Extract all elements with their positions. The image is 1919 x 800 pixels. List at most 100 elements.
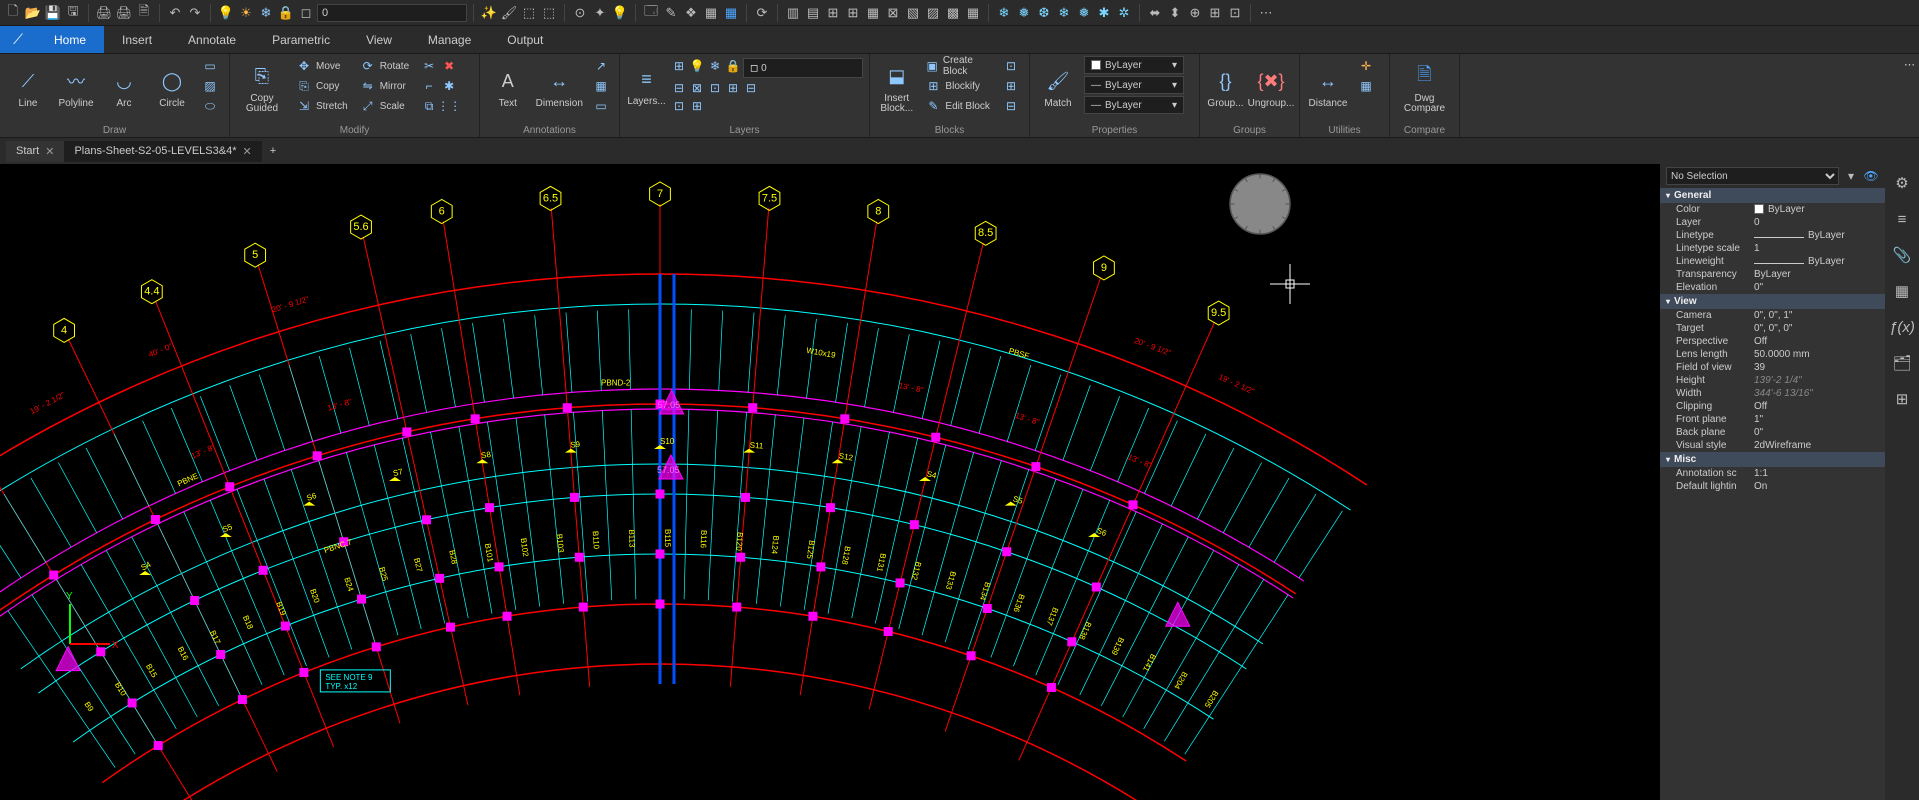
snow3-icon[interactable]: ❆ [1035, 4, 1053, 22]
offset-button[interactable]: ⧉⋮⋮ [417, 96, 461, 116]
doc-tab-start[interactable]: Start✕ [6, 141, 64, 162]
layers-button[interactable]: ≡Layers... [626, 56, 667, 116]
align3-icon[interactable]: ⊕ [1186, 4, 1204, 22]
drawing-canvas[interactable]: 344.455.666.577.588.599.5PBNEPBNC.7PBND-… [0, 164, 1660, 800]
tab-manage[interactable]: Manage [410, 26, 489, 53]
polyline-button[interactable]: 〰Polyline [54, 56, 98, 120]
close-icon[interactable]: ✕ [243, 145, 252, 158]
snow5-icon[interactable]: ❅ [1075, 4, 1093, 22]
trim-button[interactable]: ✂✖ [417, 56, 461, 76]
attach-icon[interactable]: 📎 [1891, 244, 1913, 266]
align5-icon[interactable]: ⊡ [1226, 4, 1244, 22]
view8-icon[interactable]: ▨ [924, 4, 942, 22]
view7-icon[interactable]: ▧ [904, 4, 922, 22]
fx-icon[interactable]: ƒ(x) [1891, 316, 1913, 338]
print-batch-icon[interactable]: 🖨 [115, 4, 133, 22]
freeze-icon[interactable]: ❄ [257, 4, 275, 22]
scale-button[interactable]: ⤢Scale [356, 96, 413, 116]
table-button[interactable]: ▦ [589, 76, 613, 96]
panel2-icon[interactable]: ▦ [722, 4, 740, 22]
tab-home[interactable]: Home [36, 26, 104, 53]
doc-tab-plans[interactable]: Plans-Sheet-S2-05-LEVELS3&4*✕ [64, 141, 261, 162]
snow4-icon[interactable]: ❄ [1055, 4, 1073, 22]
view3-icon[interactable]: ⊞ [824, 4, 842, 22]
color-combo[interactable]: ByLayer▾ [1084, 56, 1184, 74]
new-icon[interactable]: 🗋 [4, 4, 22, 22]
app-menu-button[interactable]: ⟋ [0, 26, 36, 53]
edit-block-button[interactable]: ✎Edit Block [921, 96, 995, 116]
regen-icon[interactable]: ⟳ [753, 4, 771, 22]
dimension-button[interactable]: ↔Dimension [534, 56, 585, 120]
fillet-button[interactable]: ⌐✱ [417, 76, 461, 96]
layout-icon[interactable]: ▦ [964, 4, 982, 22]
light-icon[interactable]: 💡 [611, 4, 629, 22]
ungroup-button[interactable]: {✖}Ungroup... [1249, 56, 1293, 120]
group-button[interactable]: {}Group... [1206, 56, 1245, 120]
bulb-icon[interactable]: 💡 [217, 4, 235, 22]
save-icon[interactable]: 💾 [44, 4, 62, 22]
ribbon-overflow[interactable]: ⋯ [1904, 58, 1915, 71]
create-block-button[interactable]: ▣Create Block [921, 56, 995, 76]
layers-rail-icon[interactable]: ≡ [1891, 208, 1913, 230]
sheets-rail-icon[interactable]: ▦ [1891, 280, 1913, 302]
view6-icon[interactable]: ⊠ [884, 4, 902, 22]
cat-general[interactable]: General [1660, 188, 1885, 203]
structure-icon[interactable]: ✎ [662, 4, 680, 22]
layer-iso-icon[interactable]: ⊟ [671, 80, 687, 96]
view2-icon[interactable]: ▤ [804, 4, 822, 22]
open-icon[interactable]: 📂 [24, 4, 42, 22]
snow2-icon[interactable]: ❅ [1015, 4, 1033, 22]
panel-icon[interactable]: ▦ [702, 4, 720, 22]
overflow-icon[interactable]: ⋯ [1257, 4, 1275, 22]
text-button[interactable]: AText [486, 56, 530, 120]
eye-icon[interactable]: 👁 [1863, 168, 1879, 184]
snow6-icon[interactable]: ✱ [1095, 4, 1113, 22]
close-icon[interactable]: ✕ [45, 145, 54, 158]
linetype-combo[interactable]: — ByLayer▾ [1084, 76, 1184, 94]
select-icon[interactable]: ⬚ [520, 4, 538, 22]
explorer-icon[interactable]: 🗔 [642, 4, 660, 22]
mirror-button[interactable]: ⇋Mirror [356, 76, 413, 96]
tab-annotate[interactable]: Annotate [170, 26, 254, 53]
layer-combo[interactable]: ◻ 0 [743, 58, 863, 78]
tab-parametric[interactable]: Parametric [254, 26, 348, 53]
align1-icon[interactable]: ⬌ [1146, 4, 1164, 22]
align2-icon[interactable]: ⬍ [1166, 4, 1184, 22]
color-swatch-icon[interactable]: ◻ [297, 4, 315, 22]
grid-rail-icon[interactable]: ⊞ [1891, 388, 1913, 410]
snow1-icon[interactable]: ❄ [995, 4, 1013, 22]
snow7-icon[interactable]: ✲ [1115, 4, 1133, 22]
arc-button[interactable]: ◡Arc [102, 56, 146, 120]
ellipse-button[interactable]: ⬭ [198, 96, 222, 116]
copy-guided-button[interactable]: ⎘Copy Guided [236, 56, 288, 120]
wand-icon[interactable]: ✨ [480, 4, 498, 22]
selection-combo[interactable]: No Selection [1666, 167, 1839, 185]
sun-icon[interactable]: ☀ [237, 4, 255, 22]
print-icon[interactable]: 🖨 [95, 4, 113, 22]
rotate-button[interactable]: ⟳Rotate [356, 56, 413, 76]
cat-view[interactable]: View [1660, 294, 1885, 309]
redo-icon[interactable]: ↷ [186, 4, 204, 22]
structure-rail-icon[interactable]: 🗂 [1891, 352, 1913, 374]
new-document-button[interactable]: + [262, 141, 284, 161]
lineweight-combo[interactable]: — ByLayer▾ [1084, 96, 1184, 114]
osnap-icon[interactable]: ⊙ [571, 4, 589, 22]
view-icon[interactable]: ▥ [784, 4, 802, 22]
line-button[interactable]: ⟋Line [6, 56, 50, 120]
print-preview-icon[interactable]: 🗎 [135, 4, 153, 22]
tab-view[interactable]: View [348, 26, 410, 53]
selectsimilar-icon[interactable]: ⬚ [540, 4, 558, 22]
match-button[interactable]: 🖌Match [1036, 56, 1080, 120]
leader-button[interactable]: ↗ [589, 56, 613, 76]
view4-icon[interactable]: ⊞ [844, 4, 862, 22]
tab-insert[interactable]: Insert [104, 26, 170, 53]
distance-button[interactable]: ↔Distance [1306, 56, 1350, 120]
stretch-button[interactable]: ⇲Stretch [292, 96, 352, 116]
rect-button[interactable]: ▭ [198, 56, 222, 76]
circle-button[interactable]: ◯Circle [150, 56, 194, 120]
sheet-icon[interactable]: ❖ [682, 4, 700, 22]
lock-icon[interactable]: 🔒 [277, 4, 295, 22]
qat-layer-input[interactable] [317, 4, 467, 22]
brush-icon[interactable]: 🖌 [500, 4, 518, 22]
field-button[interactable]: ▭ [589, 96, 613, 116]
